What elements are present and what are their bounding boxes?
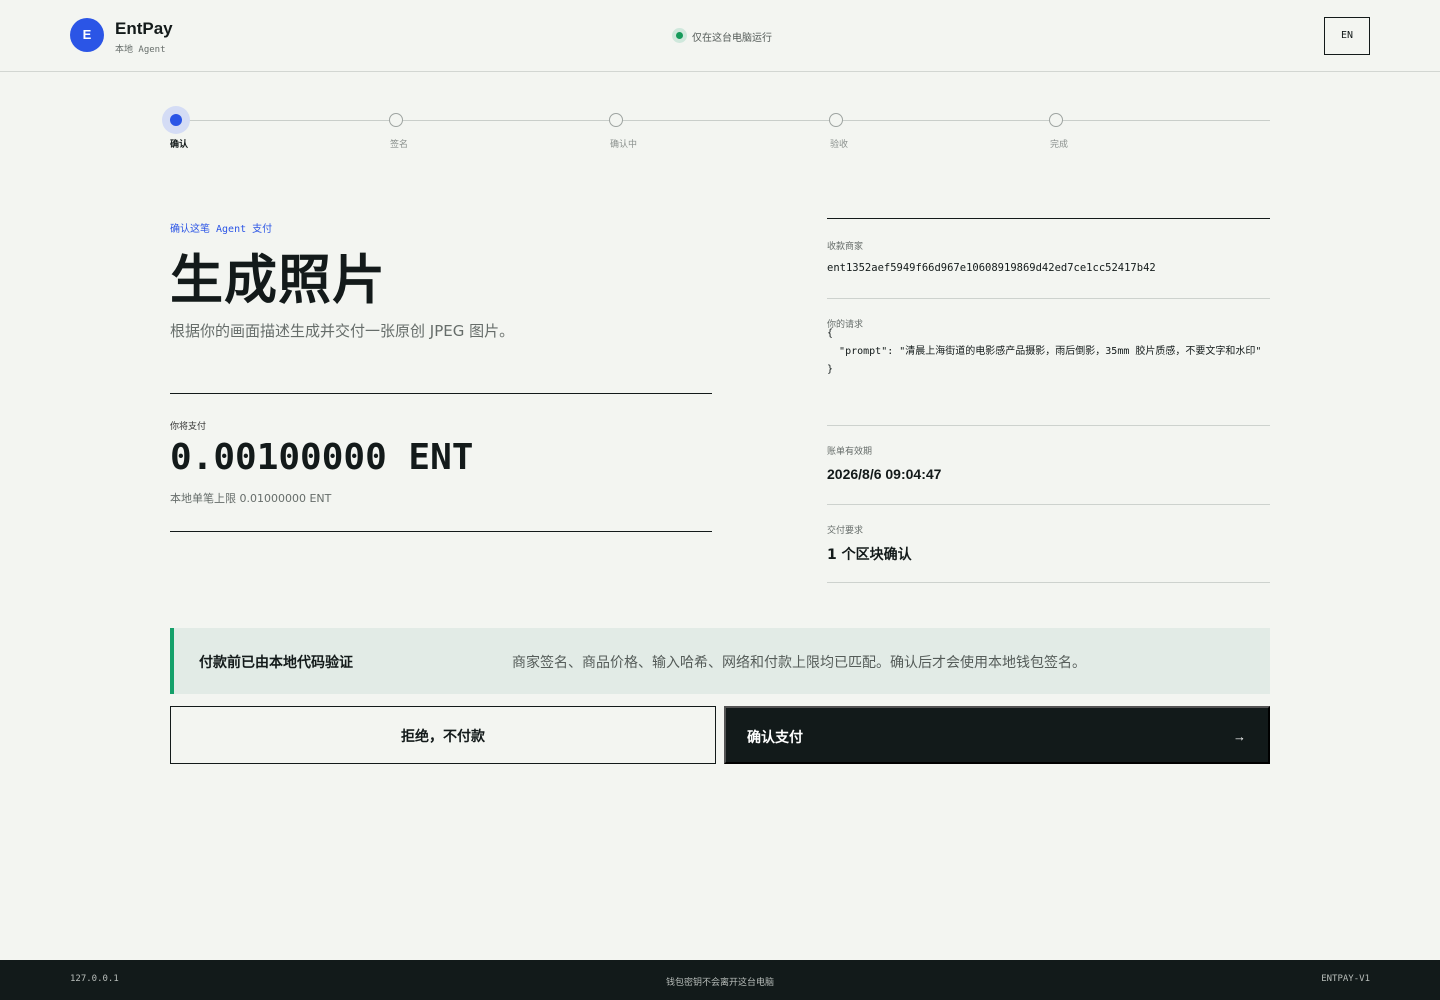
- step-label: 完成: [1050, 140, 1069, 150]
- step-current-dot-icon: [162, 106, 190, 134]
- step-label: 确认中: [610, 140, 638, 150]
- step-dot-icon: [389, 113, 403, 127]
- step-done: 完成: [1042, 106, 1162, 156]
- step-confirming: 确认中: [602, 106, 722, 156]
- brand-logo: E: [70, 18, 104, 52]
- delivery-value: 1 个区块确认: [827, 547, 912, 563]
- expiry-value: 2026/8/6 09:04:47: [827, 466, 942, 482]
- product-description: 根据你的画面描述生成并交付一张原创 JPEG 图片。: [170, 322, 515, 340]
- confirm-button-label: 确认支付: [747, 729, 803, 745]
- request-row: 你的请求 { "prompt": "清晨上海街道的电影感产品摄影，雨后倒影，35…: [827, 299, 1270, 426]
- expiry-label: 账单有效期: [827, 447, 873, 457]
- page-eyebrow: 确认这笔 Agent 支付: [170, 224, 273, 235]
- divider: [170, 531, 712, 532]
- banner-title: 付款前已由本地代码验证: [199, 655, 353, 671]
- run-status-text: 仅在这台电脑运行: [692, 33, 772, 44]
- progress-stepper: 确认 签名 确认中 验收 完成: [162, 106, 1270, 156]
- footer: 127.0.0.1 钱包密钥不会离开这台电脑 ENTPAY-V1: [0, 960, 1440, 1000]
- brand-subtitle: 本地 Agent: [115, 45, 166, 55]
- footer-note: 钱包密钥不会离开这台电脑: [665, 978, 774, 988]
- confirm-payment-button[interactable]: 确认支付 →: [724, 706, 1270, 764]
- page-title: 生成照片: [170, 250, 386, 311]
- delivery-label: 交付要求: [827, 526, 864, 536]
- step-sign: 签名: [382, 106, 502, 156]
- status-dot-icon: [672, 28, 687, 43]
- reject-button[interactable]: 拒绝，不付款: [170, 706, 716, 764]
- merchant-row: 收款商家 ent1352aef5949f66d967e10608919869d4…: [827, 219, 1270, 299]
- delivery-row: 交付要求 1 个区块确认: [827, 505, 1270, 583]
- merchant-label: 收款商家: [827, 242, 864, 252]
- step-label: 确认: [170, 140, 189, 150]
- brand-name: EntPay: [115, 19, 173, 38]
- step-label: 验收: [830, 140, 849, 150]
- reject-button-label: 拒绝，不付款: [401, 728, 485, 744]
- amount-label: 你将支付: [170, 422, 207, 432]
- divider: [170, 393, 712, 394]
- payment-limit: 本地单笔上限 0.01000000 ENT: [170, 492, 332, 505]
- step-dot-icon: [829, 113, 843, 127]
- step-dot-icon: [609, 113, 623, 127]
- footer-version: ENTPAY-V1: [1321, 974, 1370, 984]
- verification-banner: 付款前已由本地代码验证 商家签名、商品价格、输入哈希、网络和付款上限均已匹配。确…: [170, 628, 1270, 694]
- request-payload: { "prompt": "清晨上海街道的电影感产品摄影，雨后倒影，35mm 胶片…: [827, 328, 1262, 375]
- step-dot-icon: [1049, 113, 1063, 127]
- step-confirm: 确认: [162, 106, 282, 156]
- payment-amount: 0.00100000 ENT: [170, 437, 474, 478]
- top-bar: E EntPay 本地 Agent 仅在这台电脑运行 EN: [0, 0, 1440, 72]
- banner-text: 商家签名、商品价格、输入哈希、网络和付款上限均已匹配。确认后才会使用本地钱包签名…: [512, 655, 1086, 671]
- expiry-row: 账单有效期 2026/8/6 09:04:47: [827, 426, 1270, 505]
- language-toggle-button[interactable]: EN: [1324, 17, 1370, 55]
- merchant-address: ent1352aef5949f66d967e10608919869d42ed7c…: [827, 262, 1156, 274]
- step-label: 签名: [390, 140, 409, 150]
- arrow-right-icon: →: [1233, 729, 1246, 744]
- step-accept: 验收: [822, 106, 942, 156]
